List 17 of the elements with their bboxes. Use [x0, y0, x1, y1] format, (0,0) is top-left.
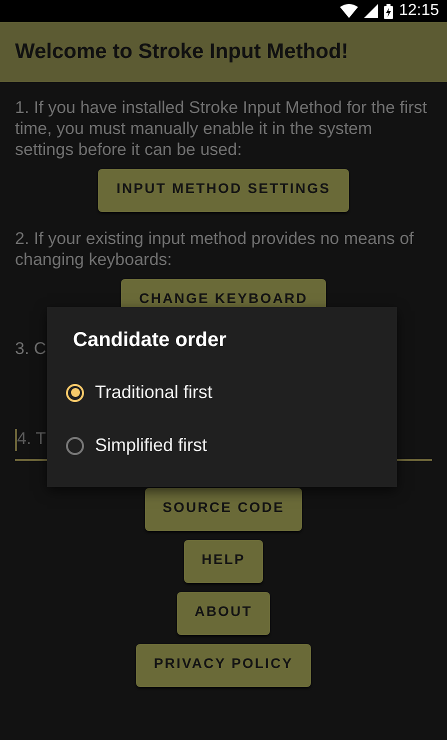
radio-button[interactable] [66, 436, 84, 454]
app-title: Welcome to Stroke Input Method! [15, 40, 348, 64]
action-button[interactable]: PRIVACY POLICY [136, 644, 312, 687]
battery-icon [384, 4, 393, 18]
action-button[interactable]: SOURCE CODE [144, 488, 302, 531]
action-button[interactable]: HELP [184, 540, 264, 583]
instruction-text: 2. If your existing input method provides no means of changing keyboards: [15, 228, 415, 270]
wifi-icon [340, 4, 358, 18]
option-label[interactable]: Traditional first [95, 382, 212, 403]
signal-icon [364, 4, 378, 18]
instruction-text: 3. C [15, 338, 46, 359]
action-button[interactable]: ABOUT [176, 592, 270, 635]
dialog-title: Candidate order [73, 329, 228, 352]
clock-time: 12:15 [398, 2, 439, 20]
action-button[interactable]: INPUT METHOD SETTINGS [98, 169, 349, 212]
instruction-text: 1. If you have installed Stroke Input Method for the first time, you must manually enable it in the system settings before it can be used: [15, 97, 428, 160]
option-label[interactable]: Simplified first [95, 435, 208, 456]
